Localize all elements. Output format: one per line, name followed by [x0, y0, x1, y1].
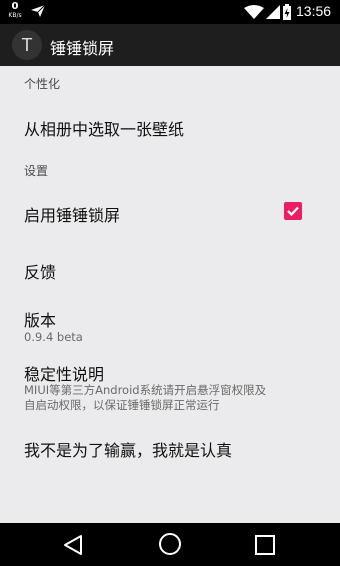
network-speed-unit: KB/s	[8, 12, 22, 19]
stability-summary-line1: MIUI等第三方Android系统请开启悬浮窗权限及	[24, 383, 267, 397]
clock: 13:56	[296, 3, 332, 19]
pref-version-title[interactable]: 版本	[24, 307, 56, 331]
back-icon[interactable]	[61, 533, 85, 557]
pref-feedback[interactable]: 反馈	[24, 259, 56, 283]
pref-enable-lockscreen[interactable]: 启用锤锤锁屏	[24, 202, 120, 226]
section-header-settings: 设置	[24, 164, 49, 178]
home-icon[interactable]	[158, 532, 182, 556]
app-title: 锤锤锁屏	[50, 39, 115, 58]
pref-choose-wallpaper[interactable]: 从相册中选取一张壁纸	[24, 116, 184, 140]
stability-summary-line2: 自启动权限，以保证锤锤锁屏正常运行	[24, 398, 220, 412]
app-bar: T 锤锤锁屏	[0, 24, 340, 66]
checkmark-icon	[287, 206, 299, 217]
nav-bar	[0, 523, 340, 566]
version-value: 0.9.4 beta	[24, 330, 83, 344]
app-icon[interactable]: T	[12, 30, 42, 60]
signal-icon	[266, 5, 280, 19]
recents-icon[interactable]	[254, 534, 276, 556]
section-header-personalize: 个性化	[24, 77, 61, 91]
battery-icon	[283, 4, 291, 20]
network-speed: 0 KB/s	[6, 2, 24, 19]
pref-slogan[interactable]: 我不是为了输赢，我就是认真	[24, 437, 232, 461]
network-speed-value: 0	[11, 1, 19, 12]
enable-lockscreen-checkbox[interactable]	[284, 202, 302, 220]
pref-stability-title[interactable]: 稳定性说明	[24, 361, 104, 385]
send-icon	[31, 4, 46, 17]
wifi-icon	[244, 5, 264, 19]
status-bar: 0 KB/s 13:56	[0, 0, 340, 24]
